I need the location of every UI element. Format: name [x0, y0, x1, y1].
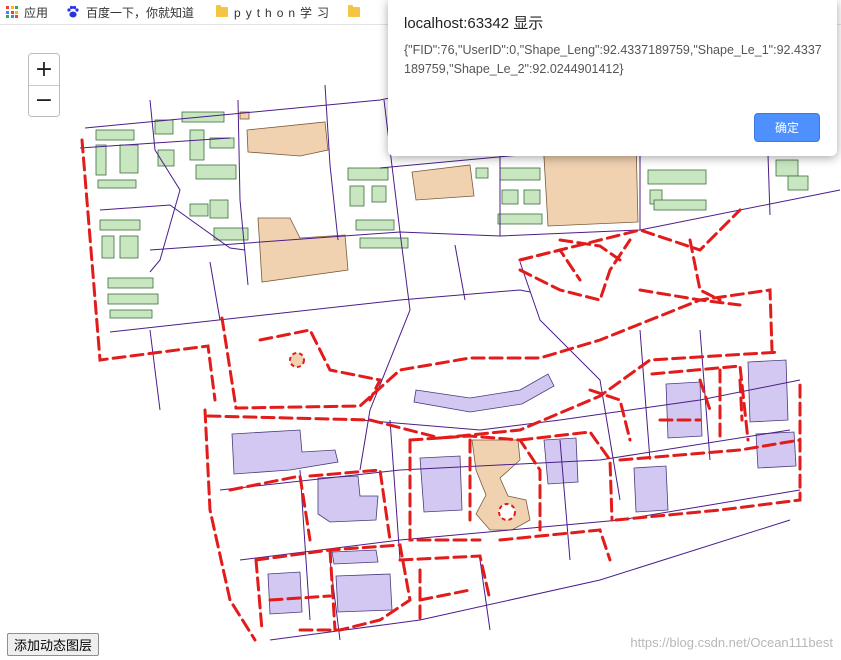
bookmark-python[interactable]: python学习 [210, 0, 340, 24]
dialog-message: {"FID":76,"UserID":0,"Shape_Leng":92.433… [404, 43, 822, 76]
dashed-circle-feature [498, 503, 516, 521]
alert-dialog: localhost:63342 显示 {"FID":76,"UserID":0,… [388, 0, 837, 156]
zoom-in-button[interactable]: + [29, 54, 59, 85]
dashed-circle-feature [289, 352, 305, 368]
bookmark-label: python学习 [234, 5, 335, 20]
folder-icon [348, 5, 361, 17]
zoom-out-button[interactable]: − [29, 85, 59, 116]
ok-button[interactable]: 确定 [754, 113, 820, 142]
add-dynamic-layer-button[interactable]: 添加动态图层 [7, 633, 100, 656]
watermark: https://blog.csdn.net/Ocean111best [630, 635, 833, 650]
bookmark-label: 应用 [24, 5, 49, 20]
bookmark-label: 百度一下，你就知道 [86, 5, 195, 20]
bookmark-baidu[interactable]: 百度一下，你就知道 [60, 0, 200, 24]
bookmark-folder[interactable] [342, 0, 366, 24]
zoom-control: + − [28, 53, 60, 117]
apps-grid-icon [6, 6, 18, 18]
bookmark-apps[interactable]: 应用 [0, 0, 54, 24]
baidu-paw-icon [67, 5, 79, 18]
folder-icon [216, 5, 229, 17]
dialog-title: localhost:63342 显示 [404, 15, 544, 32]
